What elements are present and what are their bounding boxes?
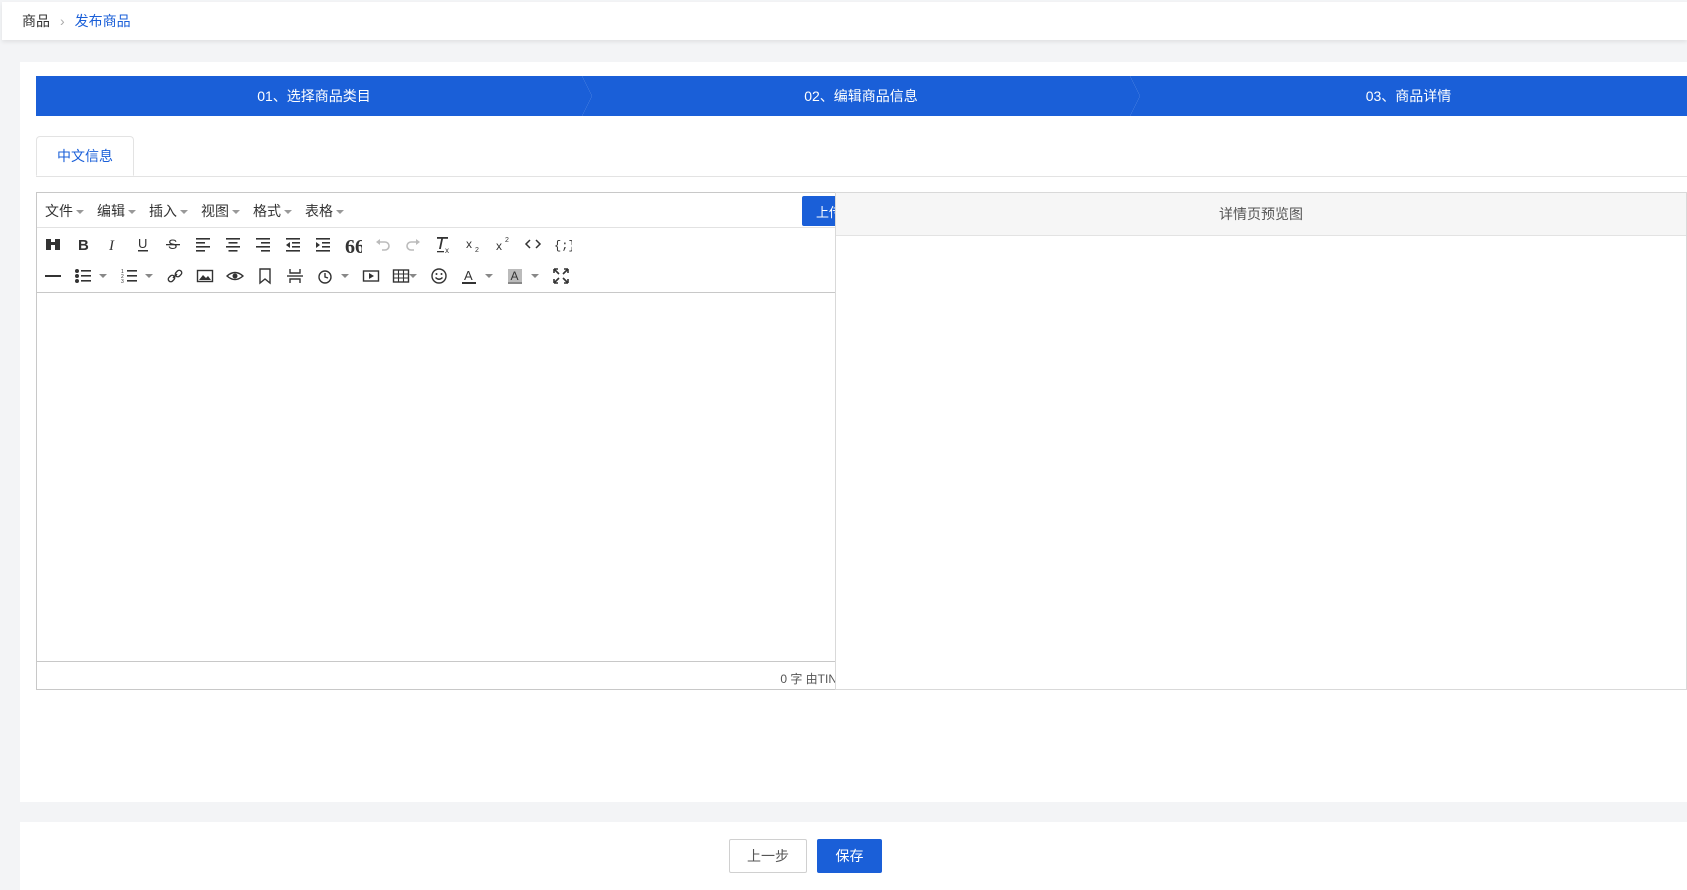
main-panel: 01、选择商品类目 02、编辑商品信息 03、商品详情 中文信息 文件 编辑 插… bbox=[20, 62, 1687, 802]
detail-preview-panel: 详情页预览图 bbox=[835, 192, 1687, 690]
svg-text:2: 2 bbox=[475, 247, 479, 253]
svg-text:I: I bbox=[108, 238, 115, 253]
svg-text:x: x bbox=[496, 239, 502, 253]
code-icon[interactable] bbox=[519, 230, 547, 258]
breadcrumb-parent[interactable]: 商品 bbox=[22, 11, 50, 31]
top-breadcrumb-bar: 商品 › 发布商品 bbox=[2, 2, 1687, 40]
step-2: 02、编辑商品信息 bbox=[582, 76, 1140, 116]
background-color-icon[interactable]: A bbox=[501, 262, 529, 290]
svg-text:66: 66 bbox=[345, 236, 362, 253]
breadcrumb-current: 发布商品 bbox=[74, 13, 131, 29]
toolbar-row-2: 123 A A bbox=[37, 260, 887, 292]
align-right-icon[interactable] bbox=[249, 230, 277, 258]
align-left-icon[interactable] bbox=[189, 230, 217, 258]
codesample-icon[interactable]: {;} bbox=[549, 230, 577, 258]
svg-text:{;}: {;} bbox=[554, 239, 572, 253]
tab-chinese-info[interactable]: 中文信息 bbox=[36, 136, 134, 176]
language-tabs: 中文信息 bbox=[36, 136, 1687, 177]
editor-toolbar: B I U S 66 x x2 x2 {;} bbox=[37, 228, 887, 293]
rich-text-editor: 文件 编辑 插入 视图 格式 表格 上传图片 B I U S 66 bbox=[36, 192, 888, 690]
menu-insert-label: 插入 bbox=[149, 203, 177, 219]
chevron-down-icon[interactable] bbox=[99, 274, 107, 278]
svg-text:2: 2 bbox=[505, 237, 509, 244]
menu-insert[interactable]: 插入 bbox=[149, 201, 188, 221]
menu-edit[interactable]: 编辑 bbox=[97, 201, 136, 221]
chevron-down-icon[interactable] bbox=[145, 274, 153, 278]
chevron-down-icon[interactable] bbox=[531, 274, 539, 278]
svg-text:B: B bbox=[78, 237, 89, 253]
find-replace-icon[interactable] bbox=[39, 230, 67, 258]
clear-format-icon[interactable]: x bbox=[429, 230, 457, 258]
menu-file[interactable]: 文件 bbox=[45, 201, 84, 221]
bookmark-icon[interactable] bbox=[251, 262, 279, 290]
page-break-icon[interactable] bbox=[281, 262, 309, 290]
menu-table[interactable]: 表格 bbox=[305, 201, 344, 221]
footer-bar: 上一步 保存 bbox=[20, 822, 1687, 890]
italic-icon[interactable]: I bbox=[99, 230, 127, 258]
chevron-down-icon bbox=[128, 210, 136, 215]
text-color-icon[interactable]: A bbox=[455, 262, 483, 290]
editor-statusbar: 0 字 由TINY驱动 bbox=[37, 662, 887, 690]
horizontal-rule-icon[interactable] bbox=[39, 262, 67, 290]
preview-title: 详情页预览图 bbox=[836, 193, 1686, 236]
svg-text:A: A bbox=[464, 268, 473, 283]
editor-content-area[interactable] bbox=[37, 293, 887, 662]
chevron-down-icon bbox=[180, 210, 188, 215]
step-progress: 01、选择商品类目 02、编辑商品信息 03、商品详情 bbox=[36, 76, 1687, 116]
blockquote-icon[interactable]: 66 bbox=[339, 230, 367, 258]
breadcrumb-separator-icon: › bbox=[60, 13, 65, 29]
redo-icon[interactable] bbox=[399, 230, 427, 258]
chevron-down-icon[interactable] bbox=[341, 274, 349, 278]
previous-step-button[interactable]: 上一步 bbox=[729, 839, 807, 873]
chevron-down-icon[interactable] bbox=[409, 274, 417, 278]
svg-text:x: x bbox=[445, 246, 449, 253]
align-center-icon[interactable] bbox=[219, 230, 247, 258]
preview-icon[interactable] bbox=[221, 262, 249, 290]
chevron-down-icon[interactable] bbox=[485, 274, 493, 278]
menu-view[interactable]: 视图 bbox=[201, 201, 240, 221]
svg-text:x: x bbox=[466, 237, 472, 251]
superscript-icon[interactable]: x2 bbox=[489, 230, 517, 258]
emoticons-icon[interactable] bbox=[425, 262, 453, 290]
numbered-list-icon[interactable]: 123 bbox=[115, 262, 143, 290]
svg-text:U: U bbox=[138, 236, 147, 251]
bullet-list-icon[interactable] bbox=[69, 262, 97, 290]
menu-format[interactable]: 格式 bbox=[253, 201, 292, 221]
menu-edit-label: 编辑 bbox=[97, 203, 125, 219]
media-icon[interactable] bbox=[357, 262, 385, 290]
strikethrough-icon[interactable]: S bbox=[159, 230, 187, 258]
chevron-down-icon bbox=[284, 210, 292, 215]
svg-text:A: A bbox=[511, 269, 519, 283]
menu-file-label: 文件 bbox=[45, 203, 73, 219]
toolbar-row-1: B I U S 66 x x2 x2 {;} bbox=[37, 228, 887, 260]
svg-text:3: 3 bbox=[121, 279, 124, 285]
outdent-icon[interactable] bbox=[279, 230, 307, 258]
save-button[interactable]: 保存 bbox=[817, 839, 882, 873]
chevron-down-icon bbox=[76, 210, 84, 215]
chevron-down-icon bbox=[336, 210, 344, 215]
subscript-icon[interactable]: x2 bbox=[459, 230, 487, 258]
fullscreen-icon[interactable] bbox=[547, 262, 575, 290]
menu-view-label: 视图 bbox=[201, 203, 229, 219]
chevron-down-icon bbox=[232, 210, 240, 215]
undo-icon[interactable] bbox=[369, 230, 397, 258]
underline-icon[interactable]: U bbox=[129, 230, 157, 258]
step-3: 03、商品详情 bbox=[1130, 76, 1687, 116]
indent-icon[interactable] bbox=[309, 230, 337, 258]
menu-format-label: 格式 bbox=[253, 203, 281, 219]
menu-table-label: 表格 bbox=[305, 203, 333, 219]
image-icon[interactable] bbox=[191, 262, 219, 290]
editor-menubar: 文件 编辑 插入 视图 格式 表格 上传图片 bbox=[37, 193, 887, 228]
datetime-icon[interactable] bbox=[311, 262, 339, 290]
link-icon[interactable] bbox=[161, 262, 189, 290]
step-1: 01、选择商品类目 bbox=[36, 76, 592, 116]
bold-icon[interactable]: B bbox=[69, 230, 97, 258]
